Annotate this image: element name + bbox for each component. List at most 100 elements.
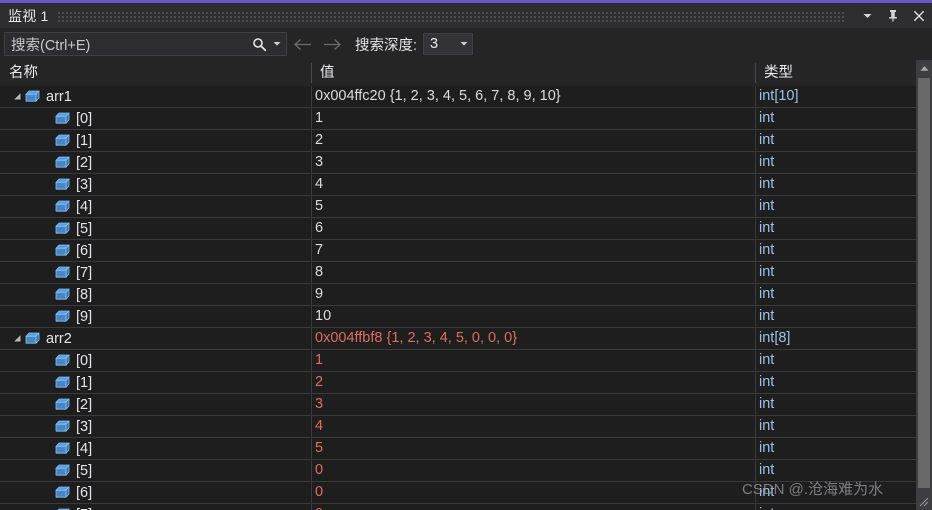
row-name-cell[interactable]: arr1: [10, 86, 311, 107]
row-name-cell[interactable]: [5]: [40, 460, 311, 481]
table-row[interactable]: [0] 1 int: [0, 108, 932, 130]
row-value-cell[interactable]: 5: [315, 438, 751, 459]
row-name-cell[interactable]: [6]: [40, 240, 311, 261]
table-row[interactable]: [7] 0 int: [0, 504, 932, 510]
row-value-cell[interactable]: 0: [315, 504, 751, 510]
table-row[interactable]: [5] 6 int: [0, 218, 932, 240]
search-icon[interactable]: [248, 37, 270, 52]
row-name-label: [3]: [76, 176, 93, 193]
row-name-cell[interactable]: [2]: [40, 394, 311, 415]
row-value-cell[interactable]: 4: [315, 174, 751, 195]
row-value-cell[interactable]: 5: [315, 196, 751, 217]
row-name-cell[interactable]: [7]: [40, 262, 311, 283]
expander-spacer: [40, 482, 54, 503]
row-name-cell[interactable]: [0]: [40, 350, 311, 371]
table-row[interactable]: [5] 0 int: [0, 460, 932, 482]
row-value-cell[interactable]: 2: [315, 372, 751, 393]
table-row[interactable]: [4] 5 int: [0, 438, 932, 460]
cube-icon: [54, 174, 71, 195]
column-divider-value[interactable]: [311, 63, 312, 83]
table-row[interactable]: [3] 4 int: [0, 416, 932, 438]
table-row[interactable]: arr2 0x004ffbf8 {1, 2, 3, 4, 5, 0, 0, 0} i…: [0, 328, 932, 350]
window-menu-chevron-down-icon[interactable]: [854, 3, 880, 28]
cube-icon: [54, 504, 71, 510]
row-value-cell[interactable]: 9: [315, 284, 751, 305]
drag-handle[interactable]: [58, 9, 844, 22]
expander-spacer: [40, 218, 54, 239]
expander-triangle-icon[interactable]: [10, 328, 24, 349]
row-cell-divider: [311, 240, 312, 261]
search-depth-value[interactable]: 3: [424, 36, 456, 52]
row-name-cell[interactable]: [8]: [40, 284, 311, 305]
table-row[interactable]: [8] 9 int: [0, 284, 932, 306]
table-row[interactable]: [2] 3 int: [0, 394, 932, 416]
table-row[interactable]: [2] 3 int: [0, 152, 932, 174]
row-name-cell[interactable]: [6]: [40, 482, 311, 503]
column-header-name[interactable]: 名称: [0, 60, 311, 86]
row-name-cell[interactable]: [1]: [40, 130, 311, 151]
table-row[interactable]: [0] 1 int: [0, 350, 932, 372]
expander-triangle-icon[interactable]: [10, 86, 24, 107]
row-type-cell: int: [759, 484, 775, 500]
row-name-cell[interactable]: [7]: [40, 504, 311, 510]
table-row[interactable]: [9] 10 int: [0, 306, 932, 328]
row-value-cell[interactable]: 3: [315, 152, 751, 173]
column-header-value[interactable]: 值: [311, 60, 755, 86]
row-name-label: [2]: [76, 396, 93, 413]
row-name-cell[interactable]: [3]: [40, 174, 311, 195]
row-value-cell[interactable]: 3: [315, 394, 751, 415]
row-name-cell[interactable]: [9]: [40, 306, 311, 327]
scrollbar-thumb[interactable]: [918, 78, 930, 488]
table-row[interactable]: [7] 8 int: [0, 262, 932, 284]
table-row[interactable]: [1] 2 int: [0, 372, 932, 394]
scroll-up-arrow-icon[interactable]: [916, 60, 932, 76]
cube-icon: [54, 438, 71, 459]
row-value-cell[interactable]: 0: [315, 482, 751, 503]
table-row[interactable]: [4] 5 int: [0, 196, 932, 218]
cube-icon: [54, 350, 71, 371]
resize-grip-icon[interactable]: [918, 496, 930, 508]
row-value-cell[interactable]: 1: [315, 108, 751, 129]
pin-icon[interactable]: [880, 3, 906, 28]
search-depth-chevron-down-icon[interactable]: [456, 41, 472, 47]
search-options-chevron-down-icon[interactable]: [270, 41, 286, 47]
table-row[interactable]: [1] 2 int: [0, 130, 932, 152]
row-type-cell: int: [759, 110, 775, 126]
row-value-cell[interactable]: 6: [315, 218, 751, 239]
row-name-cell[interactable]: [5]: [40, 218, 311, 239]
row-value-cell[interactable]: 8: [315, 262, 751, 283]
vertical-scrollbar[interactable]: [916, 60, 932, 510]
row-value-cell[interactable]: 7: [315, 240, 751, 261]
row-name-cell[interactable]: [1]: [40, 372, 311, 393]
row-value-cell[interactable]: 2: [315, 130, 751, 151]
row-name-cell[interactable]: [3]: [40, 416, 311, 437]
row-name-cell[interactable]: arr2: [10, 328, 311, 349]
column-header-type[interactable]: 类型: [755, 60, 916, 86]
row-name-label: [5]: [76, 462, 93, 479]
table-row[interactable]: [6] 0 int: [0, 482, 932, 504]
row-value-cell[interactable]: 10: [315, 306, 751, 327]
row-value-cell[interactable]: 4: [315, 416, 751, 437]
row-name-label: [3]: [76, 418, 93, 435]
row-name-cell[interactable]: [4]: [40, 196, 311, 217]
row-cell-divider: [755, 438, 756, 459]
row-name-label: [7]: [71, 507, 92, 510]
row-name-cell[interactable]: [0]: [40, 108, 311, 129]
row-value-cell[interactable]: 0: [315, 460, 751, 481]
row-value-cell[interactable]: 0x004ffc20 {1, 2, 3, 4, 5, 6, 7, 8, 9, 1…: [315, 86, 751, 107]
row-name-cell[interactable]: [2]: [40, 152, 311, 173]
search-next-arrow-right-icon[interactable]: [317, 31, 347, 57]
row-name-cell[interactable]: [4]: [40, 438, 311, 459]
row-value-cell[interactable]: 1: [315, 350, 751, 371]
row-cell-divider: [311, 328, 312, 349]
row-value-cell[interactable]: 0x004ffbf8 {1, 2, 3, 4, 5, 0, 0, 0}: [315, 328, 751, 349]
table-row[interactable]: arr1 0x004ffc20 {1, 2, 3, 4, 5, 6, 7, 8, …: [0, 86, 932, 108]
search-input[interactable]: 搜索(Ctrl+E): [5, 34, 248, 55]
column-divider-type[interactable]: [755, 63, 756, 83]
search-box[interactable]: 搜索(Ctrl+E): [4, 32, 287, 56]
search-previous-arrow-left-icon[interactable]: [287, 31, 317, 57]
table-row[interactable]: [3] 4 int: [0, 174, 932, 196]
table-row[interactable]: [6] 7 int: [0, 240, 932, 262]
search-depth-combo[interactable]: 3: [423, 33, 474, 55]
close-icon[interactable]: [906, 3, 932, 28]
